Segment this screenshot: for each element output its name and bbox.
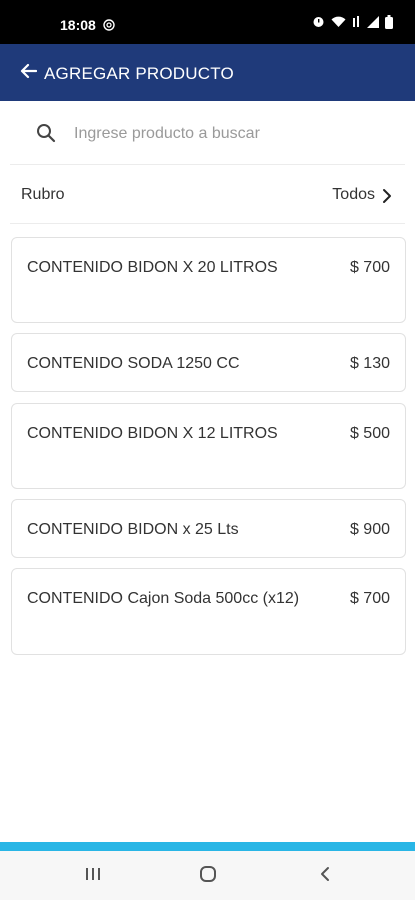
product-price: $ 700 xyxy=(349,259,390,276)
search-input[interactable] xyxy=(74,120,394,148)
rubro-value: Todos xyxy=(332,186,375,203)
at-icon xyxy=(103,18,115,36)
rubro-filter-row[interactable]: Rubro Todos xyxy=(0,168,415,222)
back-button[interactable] xyxy=(18,63,38,83)
product-card[interactable]: CONTENIDO Cajon Soda 500cc (x12) $ 700 xyxy=(11,568,406,655)
nav-back-button[interactable] xyxy=(313,865,337,887)
battery-icon xyxy=(385,14,393,34)
app-bar: AGREGAR PRODUCTO xyxy=(0,44,415,101)
product-price: $ 700 xyxy=(349,590,390,607)
chevron-right-icon xyxy=(381,188,393,204)
product-card[interactable]: CONTENIDO BIDON x 25 Lts $ 900 xyxy=(11,499,406,558)
product-name: CONTENIDO SODA 1250 CC xyxy=(27,355,240,372)
volte-icon xyxy=(352,15,361,33)
system-nav-bar xyxy=(0,851,415,900)
product-name: CONTENIDO BIDON X 12 LITROS xyxy=(27,425,278,442)
product-card[interactable]: CONTENIDO SODA 1250 CC $ 130 xyxy=(11,333,406,392)
product-name: CONTENIDO BIDON x 25 Lts xyxy=(27,521,239,538)
product-name: CONTENIDO BIDON X 20 LITROS xyxy=(27,259,278,276)
home-icon xyxy=(199,865,217,888)
recents-button[interactable] xyxy=(81,865,105,887)
product-price: $ 130 xyxy=(349,355,390,372)
product-price: $ 500 xyxy=(349,425,390,442)
bottom-accent-bar xyxy=(0,842,415,851)
home-button[interactable] xyxy=(196,865,220,887)
back-icon xyxy=(319,866,331,887)
arrow-left-icon xyxy=(19,63,38,84)
rubro-label: Rubro xyxy=(21,186,65,203)
alarm-icon xyxy=(312,15,325,33)
product-card[interactable]: CONTENIDO BIDON X 12 LITROS $ 500 xyxy=(11,403,406,489)
page-title: AGREGAR PRODUCTO xyxy=(44,64,234,83)
recents-icon xyxy=(85,867,101,886)
divider xyxy=(10,164,405,165)
signal-icon xyxy=(367,15,379,33)
product-name: CONTENIDO Cajon Soda 500cc (x12) xyxy=(27,590,300,607)
product-price: $ 900 xyxy=(349,521,390,538)
status-bar: 18:08 xyxy=(0,0,415,44)
status-time: 18:08 xyxy=(60,17,96,33)
search-bar xyxy=(10,105,405,163)
divider xyxy=(10,223,405,224)
wifi-icon xyxy=(331,15,346,33)
product-card[interactable]: CONTENIDO BIDON X 20 LITROS $ 700 xyxy=(11,237,406,323)
search-icon xyxy=(36,123,56,143)
